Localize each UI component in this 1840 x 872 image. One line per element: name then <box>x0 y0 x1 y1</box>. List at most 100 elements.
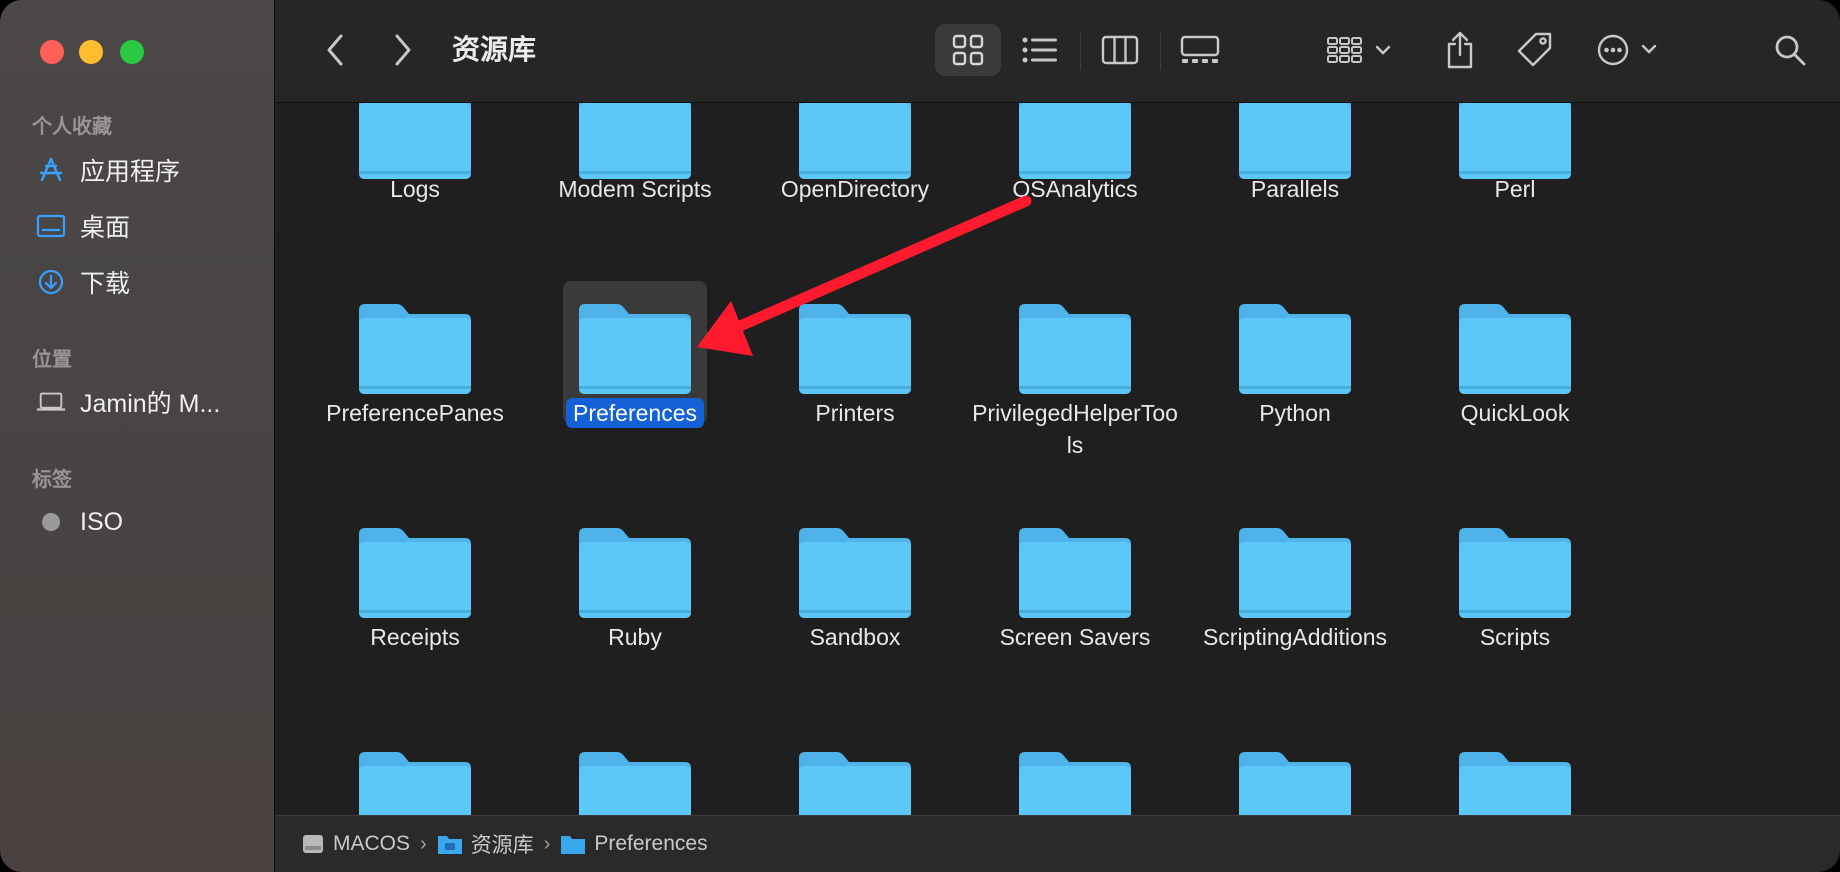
folder-label: OpenDirectory <box>780 176 930 202</box>
share-button[interactable] <box>1435 24 1485 76</box>
downloads-icon <box>36 267 66 297</box>
finder-window: 个人收藏 应用程序 桌面 下载 位置 Jamin的 M... 标签 ISO 资源… <box>0 0 1840 872</box>
folder-icon <box>355 298 475 398</box>
folder-label: Receipts <box>370 624 460 650</box>
column-view-button[interactable] <box>1090 24 1150 76</box>
more-actions-icon <box>1597 34 1657 66</box>
folder-label: Preferences <box>525 397 745 429</box>
folder-icon <box>1235 522 1355 622</box>
sidebar-item-label: 下载 <box>80 270 131 298</box>
folder-icon <box>1235 746 1355 815</box>
folder-icon <box>1455 746 1575 815</box>
sidebar-item-downloads[interactable]: 下载 <box>36 262 130 302</box>
path-bar: MACOS › 资源库 › Preferences <box>275 815 1840 872</box>
folder-label: PrivilegedHelperTools <box>972 400 1178 458</box>
folder-label: Python <box>1259 400 1331 426</box>
library-folder-icon <box>437 836 462 854</box>
folder-label: Modem Scripts <box>558 176 712 202</box>
folder-icon <box>575 298 695 398</box>
folder-icon <box>575 103 695 183</box>
path-item-library[interactable]: 资源库 <box>437 829 534 859</box>
toolbar: 资源库 <box>275 0 1840 103</box>
tag-button[interactable] <box>1510 24 1560 76</box>
folder-label: OSAnalytics <box>1012 176 1138 202</box>
sidebar-item-label: ISO <box>80 507 124 536</box>
folder-icon <box>1455 103 1575 183</box>
path-item-label: 资源库 <box>470 834 534 857</box>
forward-button[interactable] <box>383 24 423 76</box>
folder-label: Sandbox <box>809 624 901 650</box>
folder-label: ScriptingAdditions <box>1202 624 1388 650</box>
more-actions-button[interactable] <box>1595 24 1665 76</box>
gallery-view-icon <box>1180 35 1220 63</box>
sidebar-item-mac[interactable]: Jamin的 M... <box>36 382 220 422</box>
applications-icon <box>36 155 66 185</box>
forward-icon <box>395 34 411 66</box>
tag-dot-icon <box>36 507 66 537</box>
folder-icon <box>1235 298 1355 398</box>
folder-icon <box>795 522 915 622</box>
sidebar-item-label: 应用程序 <box>80 158 181 186</box>
folder-icon <box>561 836 586 854</box>
sidebar-item-applications[interactable]: 应用程序 <box>36 150 180 190</box>
folder-icon <box>355 522 475 622</box>
folder-icon <box>575 522 695 622</box>
folder-icon <box>1235 103 1355 183</box>
folder-icon <box>795 298 915 398</box>
list-view-icon <box>1022 37 1057 63</box>
disk-icon <box>303 835 323 853</box>
maximize-window-button[interactable] <box>120 40 144 64</box>
back-button[interactable] <box>315 24 355 76</box>
search-icon <box>1775 35 1806 66</box>
path-item-label: Preferences <box>594 832 708 855</box>
path-separator-icon: › <box>420 832 427 855</box>
folder-icon <box>1455 522 1575 622</box>
back-icon <box>327 34 343 66</box>
folder-icon <box>795 746 915 815</box>
sidebar-item-label: Jamin的 M... <box>80 390 221 418</box>
folder-icon <box>1015 522 1135 622</box>
icon-view-button[interactable] <box>935 24 1001 76</box>
gallery-view-button[interactable] <box>1170 24 1230 76</box>
folder-icon <box>1015 103 1135 183</box>
locations-header: 位置 <box>32 349 72 371</box>
share-icon <box>1447 31 1473 69</box>
folder-icon <box>1015 298 1135 398</box>
path-item-disk[interactable]: MACOS <box>301 832 410 856</box>
folder-label: Printers <box>815 400 895 426</box>
folder-icon <box>1015 746 1135 815</box>
folder-label: Screen Savers <box>999 624 1151 650</box>
folder-label: QuickLook <box>1460 400 1570 426</box>
sidebar-item-label: 桌面 <box>80 214 131 242</box>
path-item-preferences[interactable]: Preferences <box>560 832 708 856</box>
list-view-button[interactable] <box>1010 24 1070 76</box>
main-pane: 资源库 Logs Modem Scripts OpenDirectory OSA… <box>275 0 1840 872</box>
desktop-icon <box>36 211 66 241</box>
path-item-label: MACOS <box>333 832 411 855</box>
folder-icon <box>355 103 475 183</box>
column-view-icon <box>1101 35 1139 65</box>
tag-icon <box>1517 32 1552 67</box>
folder-label: Scripts <box>1479 624 1551 650</box>
tags-header: 标签 <box>32 469 72 491</box>
folder-label: Perl <box>1494 176 1536 202</box>
sidebar: 个人收藏 应用程序 桌面 下载 位置 Jamin的 M... 标签 ISO <box>0 0 275 872</box>
folder-label: Ruby <box>608 624 662 650</box>
group-icon <box>1327 37 1391 63</box>
group-button[interactable] <box>1325 24 1399 76</box>
folder-label: PreferencePanes <box>326 400 504 426</box>
search-button[interactable] <box>1765 24 1815 76</box>
folder-icon <box>575 746 695 815</box>
folder-icon <box>795 103 915 183</box>
folder-grid: Logs Modem Scripts OpenDirectory OSAnalytic… <box>275 103 1840 815</box>
sidebar-item-tag-iso[interactable]: ISO <box>36 502 123 542</box>
window-title: 资源库 <box>452 34 537 65</box>
minimize-window-button[interactable] <box>79 40 103 64</box>
sidebar-item-desktop[interactable]: 桌面 <box>36 206 130 246</box>
favorites-header: 个人收藏 <box>32 116 112 138</box>
laptop-icon <box>36 387 66 417</box>
close-window-button[interactable] <box>40 40 64 64</box>
folder-label: Parallels <box>1250 176 1340 202</box>
folder-label: Logs <box>390 176 440 202</box>
path-separator-icon: › <box>543 832 551 855</box>
